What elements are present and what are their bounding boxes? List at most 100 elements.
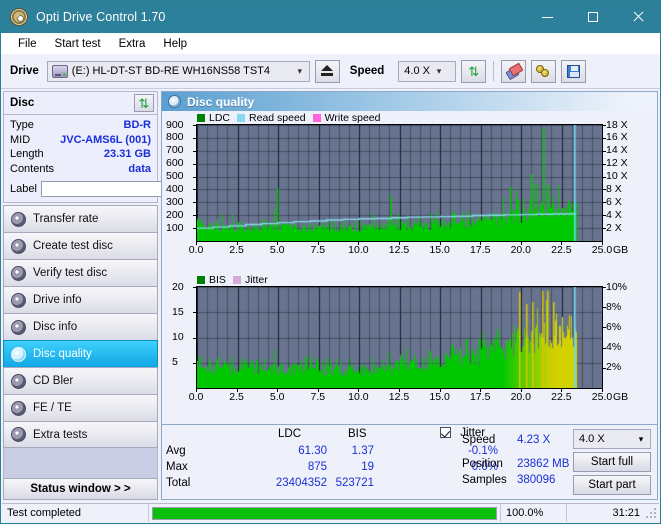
sidebar-item-create-test-disc[interactable]: Create test disc (3, 232, 158, 259)
axis-tick (193, 362, 196, 364)
sidebar-item-extra-tests[interactable]: Extra tests (3, 421, 158, 448)
refresh-button[interactable]: ⇅ (461, 59, 487, 83)
progress-percent: 100.0% (501, 504, 567, 522)
eject-button[interactable] (314, 59, 340, 83)
menu-start-test[interactable]: Start test (46, 36, 110, 52)
toolbar-divider (493, 61, 495, 81)
drive-select[interactable]: (E:) HL-DT-ST BD-RE WH16NS58 TST4 ▾ (46, 60, 310, 82)
speed-stat-label: Speed (462, 434, 496, 446)
axis-tick-label: 600 (166, 157, 184, 170)
speed-label: Speed (349, 65, 385, 77)
disc-row-contents: Contents data (10, 162, 151, 177)
sidebar-item-label: Transfer rate (33, 213, 99, 225)
axis-tick-label: 0.0 (188, 391, 204, 403)
sidebar-item-label: Disc quality (33, 348, 92, 360)
sidebar-item-fe-te[interactable]: FE / TE (3, 394, 158, 421)
status-message: Test completed (2, 504, 149, 522)
erase-button[interactable] (501, 59, 527, 83)
minimize-button[interactable] (525, 1, 570, 33)
test-speed-select[interactable]: 4.0 X ▾ (573, 429, 651, 449)
legend-swatch (197, 276, 205, 284)
status-window-button[interactable]: Status window > > (3, 478, 158, 500)
axis-tick-label: 17.5 (469, 244, 491, 256)
axis-tick (603, 287, 606, 288)
axis-tick-label: 15.0 (429, 391, 450, 403)
axis-tick (193, 287, 196, 288)
disc-row-contents-key: Contents (10, 162, 55, 175)
ldc-chart-area: LDC Read speed Write speed 100 200 300 400 500… (162, 111, 657, 274)
drive-icon (51, 64, 68, 78)
axis-tick-label: 7.5 (310, 391, 326, 403)
progress-fill (153, 507, 496, 519)
refresh-icon: ⇅ (468, 63, 480, 79)
axis-tick (603, 327, 606, 329)
menu-extra[interactable]: Extra (110, 36, 155, 52)
menu-help[interactable]: Help (154, 36, 196, 52)
x-axis-unit-label: GB (613, 391, 629, 403)
axis-tick-label: 2.5 (229, 391, 244, 403)
maximize-icon (587, 12, 598, 22)
sidebar-item-verify-test-disc[interactable]: Verify test disc (3, 259, 158, 286)
jitter-checkbox[interactable] (440, 427, 451, 438)
start-full-button[interactable]: Start full (573, 452, 651, 472)
legend-label: Write speed (324, 112, 381, 124)
sidebar-item-label: Create test disc (33, 240, 113, 252)
axis-tick-label: 8 X (606, 182, 622, 195)
disc-label-row: Label (10, 179, 249, 198)
axis-tick (603, 367, 606, 369)
axis-tick-label: 12.5 (388, 244, 410, 256)
axis-tick-label: 10.0 (348, 391, 369, 403)
axis-tick-label: 800 (166, 131, 184, 144)
x-axis-unit-label: GB (613, 244, 629, 256)
start-part-button[interactable]: Start part (573, 475, 651, 495)
settings-button[interactable] (531, 59, 557, 83)
disc-refresh-button[interactable]: ⇅ (134, 94, 154, 112)
bis-plot[interactable] (196, 286, 603, 389)
sidebar-item-label: Extra tests (33, 428, 88, 441)
axis-tick-label: 100 (166, 221, 184, 234)
stats-col-ldc: LDC (278, 428, 302, 440)
sidebar-item-label: CD Bler (33, 375, 74, 387)
axis-tick-label: 20.0 (510, 391, 532, 403)
axis-tick-label: 2 X (606, 221, 622, 234)
disc-row-type: Type BD-R (10, 118, 151, 133)
progress-bar (152, 506, 497, 520)
legend-label: Jitter (244, 274, 268, 286)
sidebar-item-drive-info[interactable]: Drive info (3, 286, 158, 313)
axis-tick (193, 189, 196, 191)
menu-file[interactable]: File (9, 36, 46, 52)
sidebar-item-disc-quality[interactable]: Disc quality (3, 340, 158, 367)
ldc-plot[interactable] (196, 124, 603, 242)
axis-tick (196, 389, 197, 392)
ldc-chart-legend: LDC Read speed Write speed (197, 112, 384, 124)
axis-tick (193, 312, 196, 314)
axis-tick (193, 202, 196, 204)
disc-panel-header: Disc ⇅ (4, 92, 157, 115)
sidebar-item-transfer-rate[interactable]: Transfer rate (3, 205, 158, 232)
speed-select[interactable]: 4.0 X ▾ (398, 60, 457, 82)
sidebar-item-cd-bler[interactable]: CD Bler (3, 367, 158, 394)
legend-swatch (232, 276, 241, 284)
maximize-button[interactable] (570, 1, 615, 33)
axis-tick (603, 347, 606, 349)
drive-label: Drive (10, 65, 39, 77)
title-bar: Opti Drive Control 1.70 (1, 1, 660, 33)
legend-swatch (197, 114, 205, 122)
sidebar-item-disc-info[interactable]: Disc info (3, 313, 158, 340)
save-button[interactable] (561, 59, 587, 83)
toolbar: Drive (E:) HL-DT-ST BD-RE WH16NS58 TST4 … (1, 54, 660, 89)
resize-grip-icon[interactable] (645, 507, 657, 519)
disc-icon (11, 346, 26, 362)
axis-tick (603, 228, 606, 230)
progress-cell (149, 504, 501, 522)
axis-tick (602, 242, 603, 245)
disc-info-rows: Type BD-R MID JVC-AMS6L (001) Length 23.… (4, 115, 249, 202)
axis-tick (193, 228, 196, 230)
axis-tick (277, 242, 279, 245)
close-button[interactable] (615, 1, 660, 33)
disc-row-length: Length 23.31 GB (10, 147, 151, 162)
bis-chart-area: BIS Jitter 5 10 15 20 2% 4% 6% 8% 10% 0.0 2.5 5.0 7.5… (162, 274, 657, 420)
bis-chart-legend: BIS Jitter (197, 274, 271, 286)
axis-tick-label: 10 (172, 331, 184, 343)
axis-tick (603, 215, 606, 217)
